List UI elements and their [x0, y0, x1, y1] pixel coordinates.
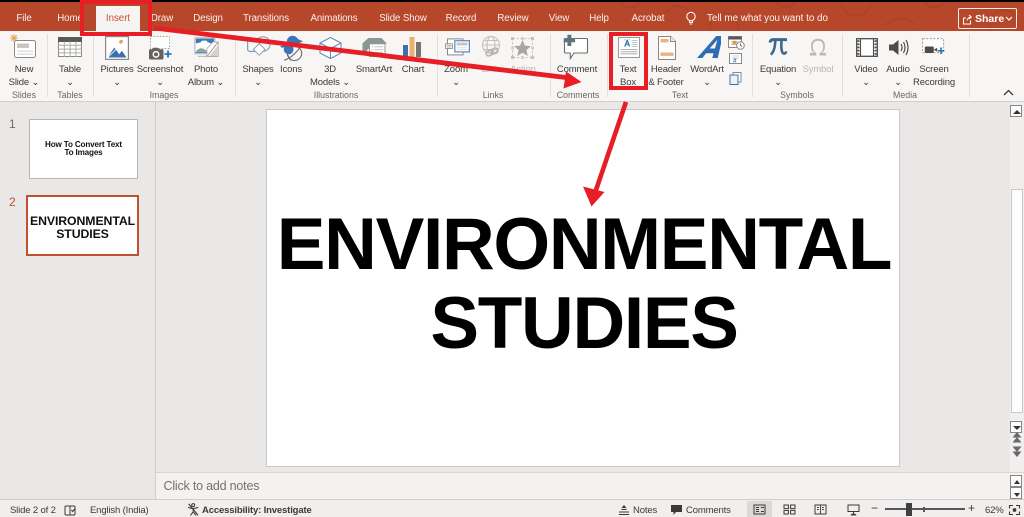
svg-text:#: #	[733, 58, 737, 65]
